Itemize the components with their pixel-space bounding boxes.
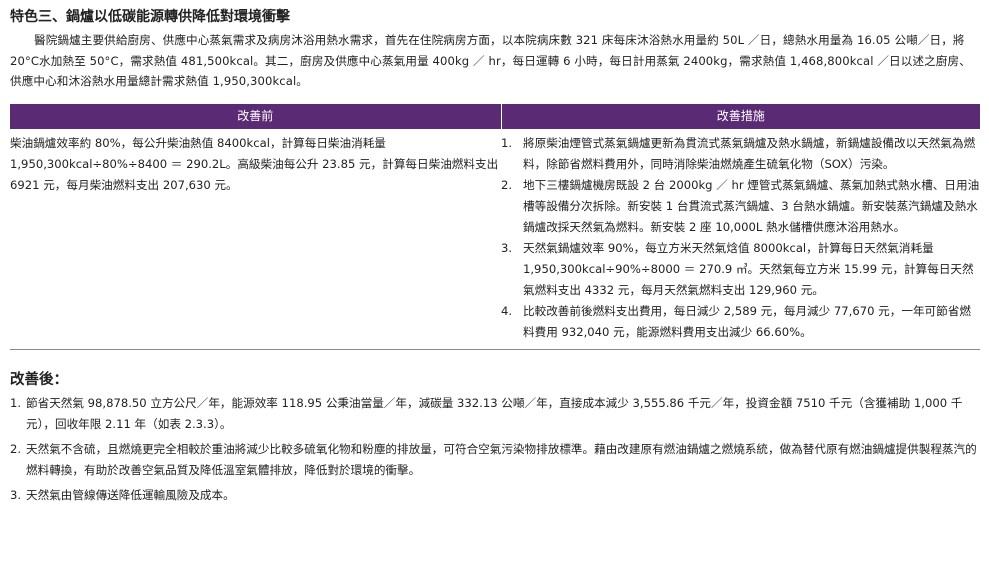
item-text: 比較改善前後燃料支出費用，每日減少 2,589 元，每月減少 77,670 元，… [523, 303, 971, 339]
list-item: 2. 地下三樓鍋爐機房既設 2 台 2000kg ／ hr 煙管式蒸氣鍋爐、蒸氣加… [501, 175, 980, 238]
item-text: 天然氣鍋爐效率 90%，每立方米天然氣焓值 8000kcal，計算每日天然氣消耗… [523, 240, 974, 297]
item-number: 1. [501, 135, 513, 150]
list-item: 2. 天然氣不含硫，且燃燒更完全相較於重油將減少比較多硫氧化物和粉塵的排放量，可符… [10, 439, 980, 482]
item-number: 2. [501, 177, 513, 192]
before-cell: 柴油鍋爐效率約 80%，每公升柴油熱值 8400kcal，計算每日柴油消耗量 1… [10, 135, 499, 192]
list-item: 3. 天然氣鍋爐效率 90%，每立方米天然氣焓值 8000kcal，計算每日天然氣… [501, 238, 980, 301]
item-text: 天然氣由管線傳送降低運輸風險及成本。 [26, 487, 235, 502]
item-number: 4. [501, 303, 513, 318]
after-title: 改善後： [10, 371, 68, 388]
item-text: 地下三樓鍋爐機房既設 2 台 2000kg ／ hr 煙管式蒸氣鍋爐、蒸氣加熱式… [523, 177, 980, 234]
section-title: 特色三、鍋爐以低碳能源轉供降低對環境衝擊 [10, 9, 290, 25]
measures-cell: 1. 將原柴油煙管式蒸氣鍋爐更新為貫流式蒸氣鍋爐及熱水鍋爐，新鍋爐設備改以天然氣為… [501, 129, 980, 350]
results-list: 1. 節省天然氣 98,878.50 立方公尺／年，能源效率 118.95 公秉油… [10, 393, 980, 507]
list-item: 3. 天然氣由管線傳送降低運輸風險及成本。 [10, 485, 980, 507]
item-number: 3. [501, 240, 513, 255]
intro-paragraph: 醫院鍋爐主要供給廚房、供應中心蒸氣需求及病房沐浴用熱水需求，首先在住院病房方面，… [10, 33, 971, 89]
header-before: 改善前 [10, 103, 502, 129]
list-item: 1. 節省天然氣 98,878.50 立方公尺／年，能源效率 118.95 公秉油… [10, 393, 980, 436]
comparison-table: 改善前 改善措施 柴油鍋爐效率約 80%，每公升柴油熱值 8400kcal，計算… [10, 103, 980, 350]
document-page: 特色三、鍋爐以低碳能源轉供降低對環境衝擊 醫院鍋爐主要供給廚房、供應中心蒸氣需求… [10, 6, 980, 509]
item-number: 2. [10, 441, 22, 456]
item-number: 3. [10, 487, 22, 502]
list-item: 4. 比較改善前後燃料支出費用，每日減少 2,589 元，每月減少 77,670 … [501, 301, 980, 343]
table-header-row: 改善前 改善措施 [10, 103, 980, 129]
list-item: 1. 將原柴油煙管式蒸氣鍋爐更新為貫流式蒸氣鍋爐及熱水鍋爐，新鍋爐設備改以天然氣為… [501, 133, 980, 175]
measures-list: 1. 將原柴油煙管式蒸氣鍋爐更新為貫流式蒸氣鍋爐及熱水鍋爐，新鍋爐設備改以天然氣為… [501, 133, 980, 343]
item-number: 1. [10, 395, 22, 410]
item-text: 天然氣不含硫，且燃燒更完全相較於重油將減少比較多硫氧化物和粉塵的排放量，可符合空… [26, 441, 977, 478]
header-measures: 改善措施 [501, 103, 980, 129]
item-text: 節省天然氣 98,878.50 立方公尺／年，能源效率 118.95 公秉油當量… [26, 395, 963, 432]
item-text: 將原柴油煙管式蒸氣鍋爐更新為貫流式蒸氣鍋爐及熱水鍋爐，新鍋爐設備改以天然氣為燃料… [523, 135, 976, 171]
table-row: 柴油鍋爐效率約 80%，每公升柴油熱值 8400kcal，計算每日柴油消耗量 1… [10, 129, 980, 350]
